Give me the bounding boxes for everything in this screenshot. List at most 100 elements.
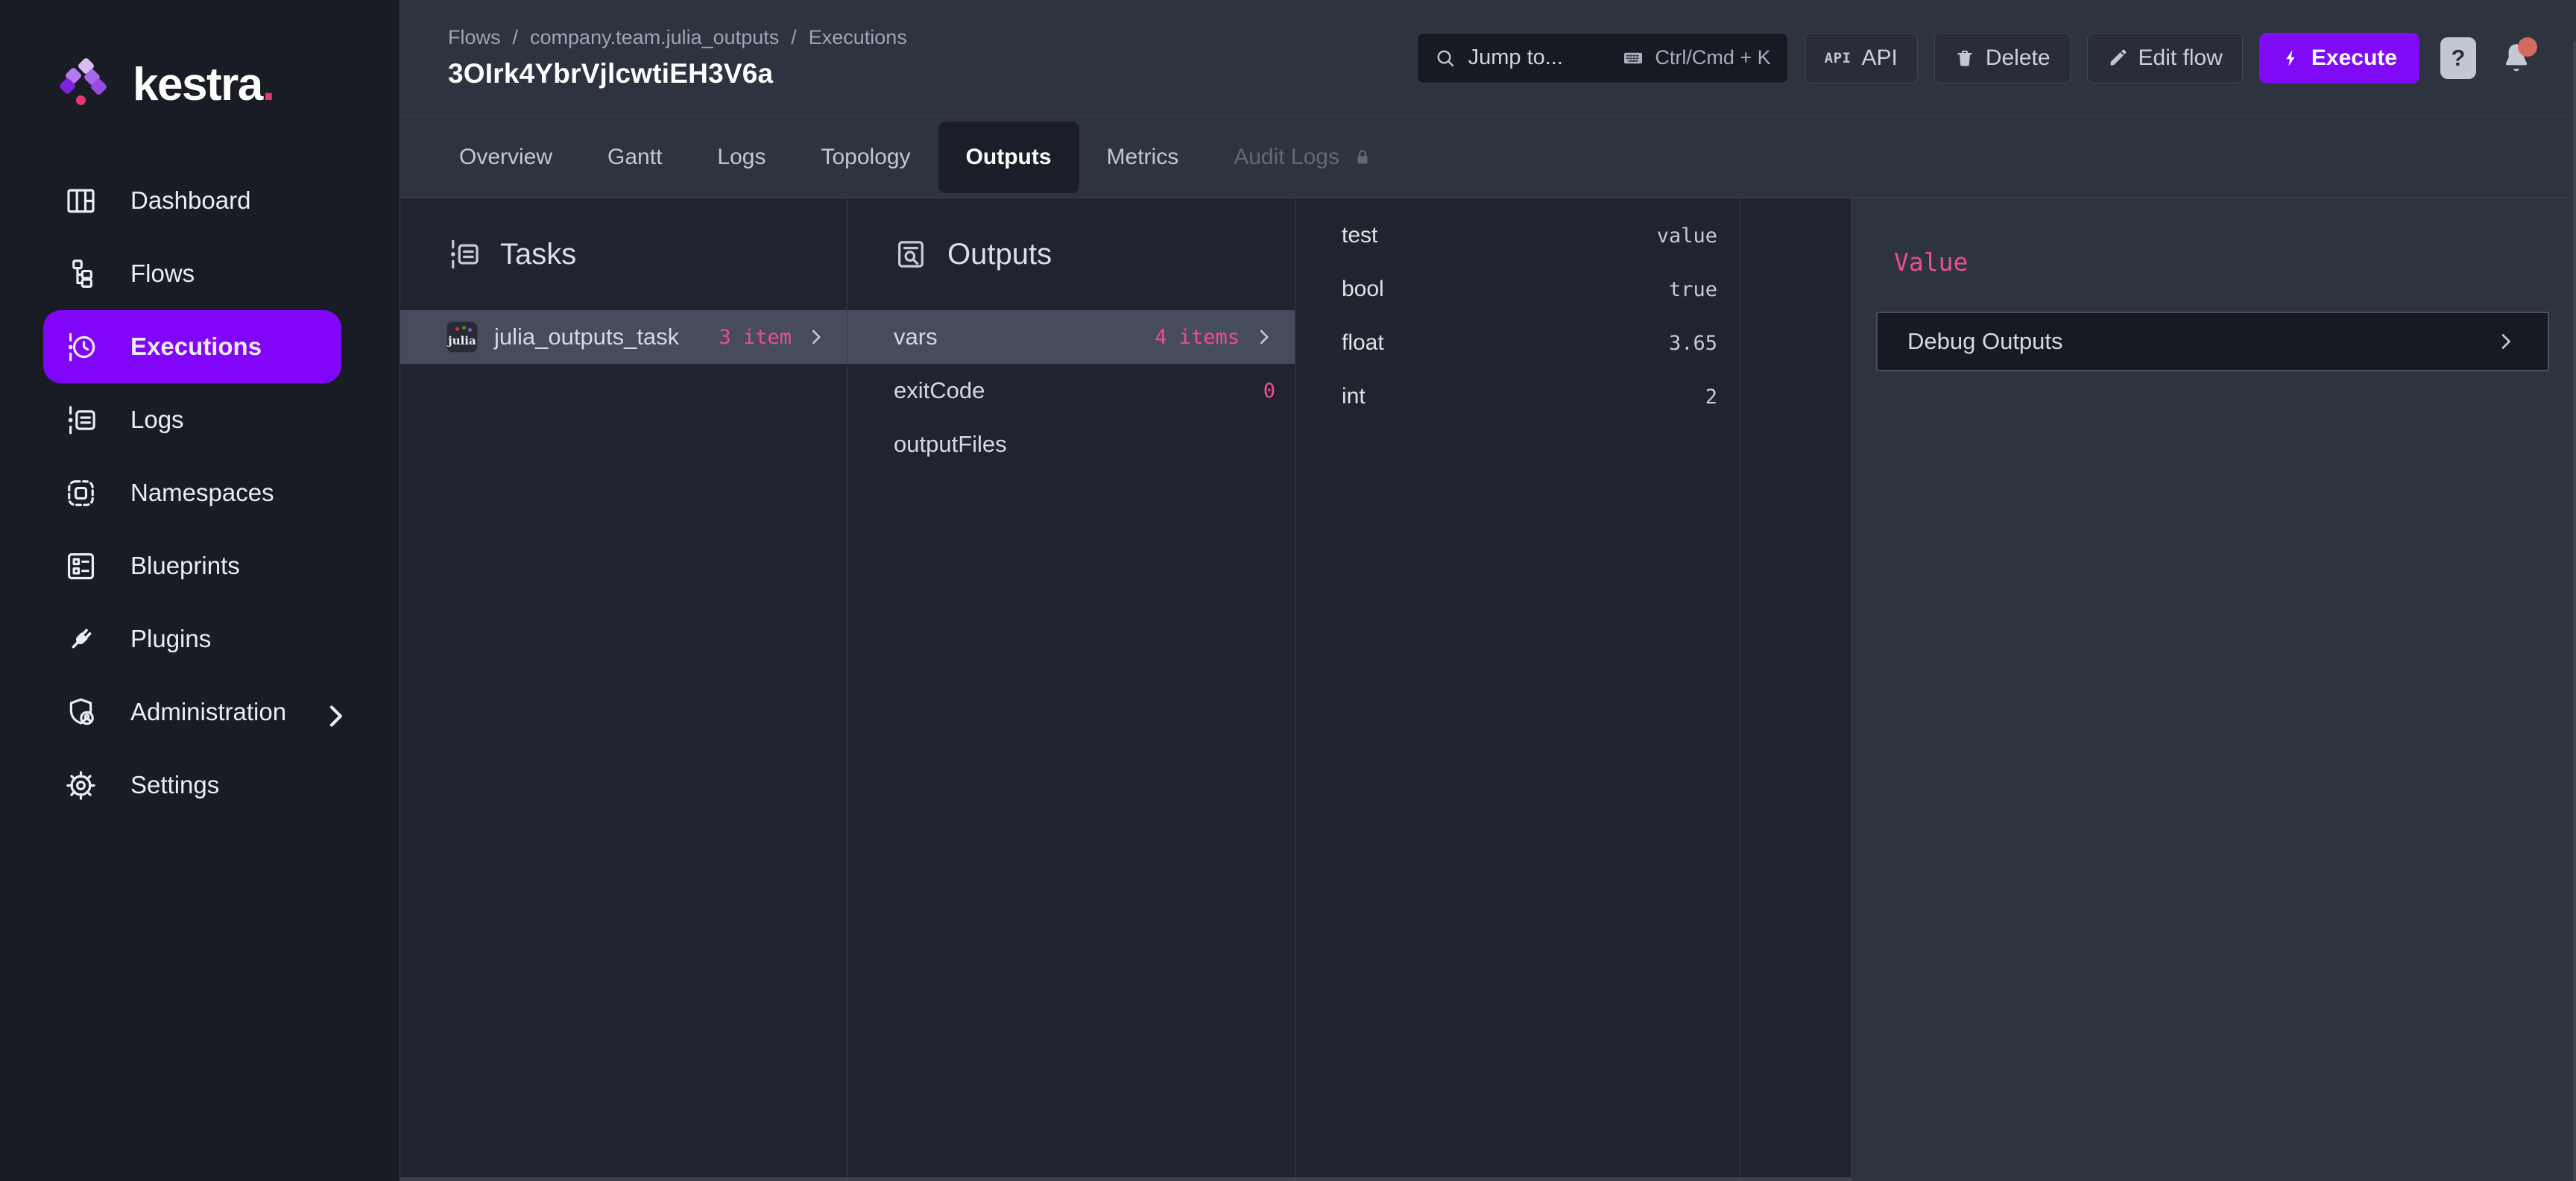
sidebar-item-label: Plugins <box>130 625 211 653</box>
lock-icon <box>1351 146 1374 169</box>
debug-outputs-toggle[interactable]: Debug Outputs <box>1876 312 2549 371</box>
breadcrumb-flows[interactable]: Flows <box>448 26 501 49</box>
tasks-list: julia julia_outputs_task 3 item <box>400 310 847 364</box>
execute-button-label: Execute <box>2311 45 2397 71</box>
chevron-right-icon <box>805 326 827 348</box>
api-button[interactable]: API API <box>1805 33 1918 84</box>
edit-flow-button-label: Edit flow <box>2138 45 2223 71</box>
dashboard-icon <box>64 184 98 218</box>
execution-tabs: Overview Gantt Logs Topology Outputs Met… <box>400 116 2576 198</box>
search-shortcut: Ctrl/Cmd + K <box>1620 46 1770 69</box>
notification-dot <box>2518 37 2537 57</box>
breadcrumb-separator: / <box>513 26 519 49</box>
blueprints-icon <box>64 549 98 583</box>
tasks-icon <box>446 237 481 271</box>
sidebar-item-label: Executions <box>130 333 262 361</box>
output-value: 0 <box>1263 380 1275 403</box>
sidebar-item-administration[interactable]: Administration <box>43 675 341 749</box>
sidebar-item-label: Settings <box>130 771 219 799</box>
plugins-icon <box>64 623 98 656</box>
output-row-exitcode[interactable]: exitCode 0 <box>847 364 1295 418</box>
tab-topology[interactable]: Topology <box>793 122 938 193</box>
sidebar-item-label: Administration <box>130 698 286 726</box>
outputs-list: vars 4 items exitCode 0 outputFiles <box>847 310 1295 471</box>
var-value: value <box>1657 224 1717 248</box>
value-panel: Value Debug Outputs <box>1852 198 2576 1181</box>
sidebar: kestra. Dashboard Flows Executions Logs … <box>0 0 400 1181</box>
vars-detail-list: test value bool true float 3.65 int 2 <box>1295 209 1740 423</box>
var-row-int[interactable]: int 2 <box>1295 370 1740 423</box>
delete-button[interactable]: Delete <box>1934 33 2071 84</box>
sidebar-item-blueprints[interactable]: Blueprints <box>43 529 341 602</box>
debug-outputs-label: Debug Outputs <box>1907 328 2063 355</box>
sidebar-item-settings[interactable]: Settings <box>43 749 341 822</box>
breadcrumb-executions[interactable]: Executions <box>809 26 907 49</box>
output-row-outputfiles[interactable]: outputFiles <box>847 418 1295 471</box>
var-row-float[interactable]: float 3.65 <box>1295 316 1740 370</box>
api-button-label: API <box>1861 45 1897 71</box>
administration-icon <box>64 696 98 729</box>
outputs-column: Outputs vars 4 items exitCode 0 outputFi… <box>847 198 1295 1181</box>
tab-overview[interactable]: Overview <box>432 122 580 193</box>
var-row-test[interactable]: test value <box>1295 209 1740 262</box>
empty-column <box>1740 198 1852 1181</box>
topbar: Flows / company.team.julia_outputs / Exe… <box>400 0 2576 116</box>
var-key: int <box>1342 384 1366 409</box>
tab-outputs[interactable]: Outputs <box>938 122 1079 193</box>
output-value: 4 items <box>1155 326 1240 349</box>
sidebar-item-flows[interactable]: Flows <box>43 237 341 310</box>
sidebar-item-dashboard[interactable]: Dashboard <box>43 164 341 237</box>
outputs-content: Tasks julia julia_outputs_task 3 item Ou… <box>400 198 2576 1181</box>
horizontal-scrollbar[interactable] <box>400 1177 1852 1181</box>
vertical-scrollbar[interactable] <box>2573 42 2576 1181</box>
tasks-panel-header: Tasks <box>446 237 576 271</box>
search-icon <box>1434 47 1456 69</box>
chevron-right-icon <box>1253 326 1275 348</box>
sidebar-item-logs[interactable]: Logs <box>43 383 341 456</box>
jump-to-search[interactable]: Ctrl/Cmd + K <box>1417 33 1788 84</box>
kestra-logo[interactable]: kestra. <box>63 60 400 109</box>
task-name: julia_outputs_task <box>494 324 679 350</box>
tasks-column: Tasks julia julia_outputs_task 3 item <box>400 198 847 1181</box>
output-row-vars[interactable]: vars 4 items <box>847 310 1295 364</box>
edit-flow-button[interactable]: Edit flow <box>2087 33 2243 84</box>
tab-metrics[interactable]: Metrics <box>1079 122 1207 193</box>
breadcrumb-separator: / <box>791 26 797 49</box>
sidebar-item-plugins[interactable]: Plugins <box>43 602 341 675</box>
jump-to-input[interactable] <box>1468 45 1609 70</box>
var-key: test <box>1342 223 1377 248</box>
sidebar-item-namespaces[interactable]: Namespaces <box>43 456 341 529</box>
notifications-bell[interactable] <box>2498 40 2534 76</box>
tab-audit-logs[interactable]: Audit Logs <box>1206 122 1401 193</box>
var-key: float <box>1342 330 1384 356</box>
outputs-icon <box>894 237 928 271</box>
task-row-julia-outputs-task[interactable]: julia julia_outputs_task 3 item <box>400 310 847 364</box>
flows-icon <box>64 257 98 291</box>
execute-button[interactable]: Execute <box>2259 33 2419 84</box>
keyboard-icon <box>1620 47 1646 69</box>
var-value: 3.65 <box>1669 332 1717 355</box>
tasks-panel-title: Tasks <box>500 238 576 271</box>
output-name: exitCode <box>894 377 985 404</box>
chevron-right-icon <box>2494 330 2518 353</box>
julia-task-icon: julia <box>446 321 478 353</box>
sidebar-nav: Dashboard Flows Executions Logs Namespac… <box>0 164 400 822</box>
sidebar-item-executions[interactable]: Executions <box>43 310 341 383</box>
var-row-bool[interactable]: bool true <box>1295 262 1740 316</box>
help-button[interactable]: ? <box>2440 37 2476 79</box>
delete-button-label: Delete <box>1986 45 2051 71</box>
tab-gantt[interactable]: Gantt <box>580 122 689 193</box>
output-name: outputFiles <box>894 431 1007 458</box>
var-value: true <box>1669 278 1717 301</box>
output-name: vars <box>894 324 938 350</box>
namespaces-icon <box>64 476 98 510</box>
sidebar-item-label: Logs <box>130 406 184 434</box>
breadcrumb: Flows / company.team.julia_outputs / Exe… <box>448 26 907 49</box>
sidebar-item-label: Flows <box>130 259 195 288</box>
breadcrumb-namespace-flow[interactable]: company.team.julia_outputs <box>530 26 779 49</box>
var-key: bool <box>1342 277 1384 302</box>
tab-logs[interactable]: Logs <box>689 122 793 193</box>
var-value: 2 <box>1705 385 1717 409</box>
question-mark-icon: ? <box>2452 45 2466 72</box>
search-shortcut-label: Ctrl/Cmd + K <box>1655 46 1770 69</box>
